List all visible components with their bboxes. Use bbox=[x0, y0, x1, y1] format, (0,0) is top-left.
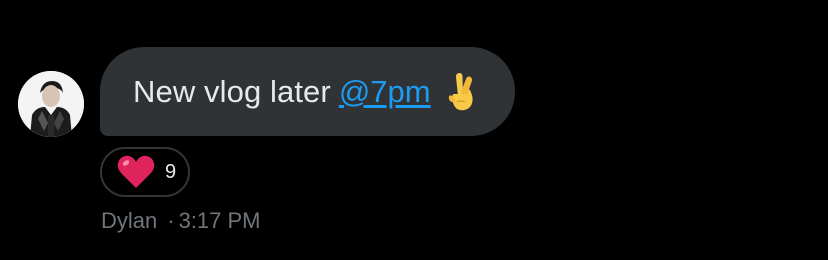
crossed-fingers-emoji-icon bbox=[445, 72, 479, 112]
sender-name: Dylan bbox=[101, 208, 158, 233]
heart-emoji-icon bbox=[117, 155, 155, 188]
reaction-count: 9 bbox=[165, 160, 177, 183]
message-time: 3:17 PM bbox=[178, 208, 261, 233]
mention-link[interactable]: @7pm bbox=[339, 74, 431, 110]
message-text: New vlog later bbox=[133, 73, 331, 109]
sender-avatar[interactable] bbox=[18, 71, 84, 137]
meta-separator: · bbox=[167, 208, 175, 233]
reaction-pill[interactable]: 9 bbox=[100, 147, 190, 197]
message-bubble[interactable]: New vlog later @7pm bbox=[100, 47, 515, 136]
message-meta: Dylan · 3:17 PM bbox=[101, 208, 261, 234]
